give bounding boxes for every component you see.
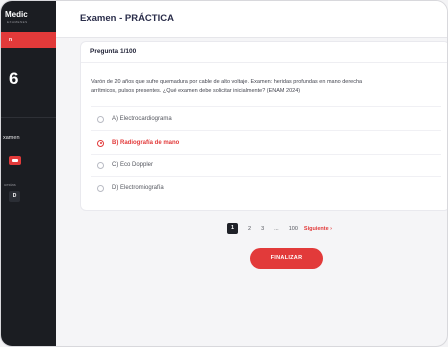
divider [91,154,441,155]
page-ellipsis: ... [274,225,279,232]
sidebar: Medic EXAMENES n 6 xamen uestas D [1,1,56,346]
option-d[interactable]: D) Electromiografía [97,182,164,194]
radio-selected-icon[interactable] [97,139,104,147]
radio-icon[interactable] [97,184,104,192]
sidebar-badge[interactable]: D [9,191,20,202]
sidebar-toggle-button[interactable] [9,156,21,165]
top-header: Examen - PRÁCTICA [56,1,447,38]
logo-subtitle: EXAMENES [7,20,28,24]
page-button-current[interactable]: 1 [227,223,238,234]
option-c[interactable]: C) Eco Doppler [97,159,153,171]
app-logo: Medic [5,10,28,19]
page-button-last[interactable]: 100 [289,226,298,232]
radio-icon[interactable] [97,115,104,123]
next-page-link[interactable]: Siguiente › [304,226,332,232]
sidebar-stat-number: 6 [9,69,19,88]
page-button[interactable]: 2 [248,226,251,232]
page-button[interactable]: 3 [261,226,264,232]
sidebar-item-examen[interactable]: xamen [3,135,20,141]
sidebar-item-respuestas[interactable]: uestas [4,182,16,187]
question-text-line-2: arrítmicos, pulsos presentes. ¿Qué exame… [91,88,301,94]
option-a[interactable]: A) Electrocardiograma [97,113,172,125]
question-text-line-1: Varón de 20 años que sufre quemadura por… [91,79,363,85]
sidebar-divider [1,117,56,118]
finish-button[interactable]: FINALIZAR [250,248,323,269]
question-card: Pregunta 1/100 Varón de 20 años que sufr… [80,41,447,211]
question-counter: Pregunta 1/100 [81,42,447,63]
divider [91,106,441,107]
option-label: D) Electromiografía [112,185,164,191]
app-window: Medic EXAMENES n 6 xamen uestas D Examen… [0,0,448,347]
option-label: C) Eco Doppler [112,162,154,168]
sidebar-active-item[interactable]: n [1,32,56,48]
radio-icon[interactable] [97,161,104,169]
option-label: A) Electrocardiograma [112,116,172,122]
option-b[interactable]: B) Radiografía de mano [97,137,179,149]
page-title: Examen - PRÁCTICA [80,13,174,24]
pagination: 1 2 3 ... 100 Siguiente › [227,223,332,234]
divider [91,176,441,177]
divider [91,130,441,131]
option-label: B) Radiografía de mano [112,140,180,146]
